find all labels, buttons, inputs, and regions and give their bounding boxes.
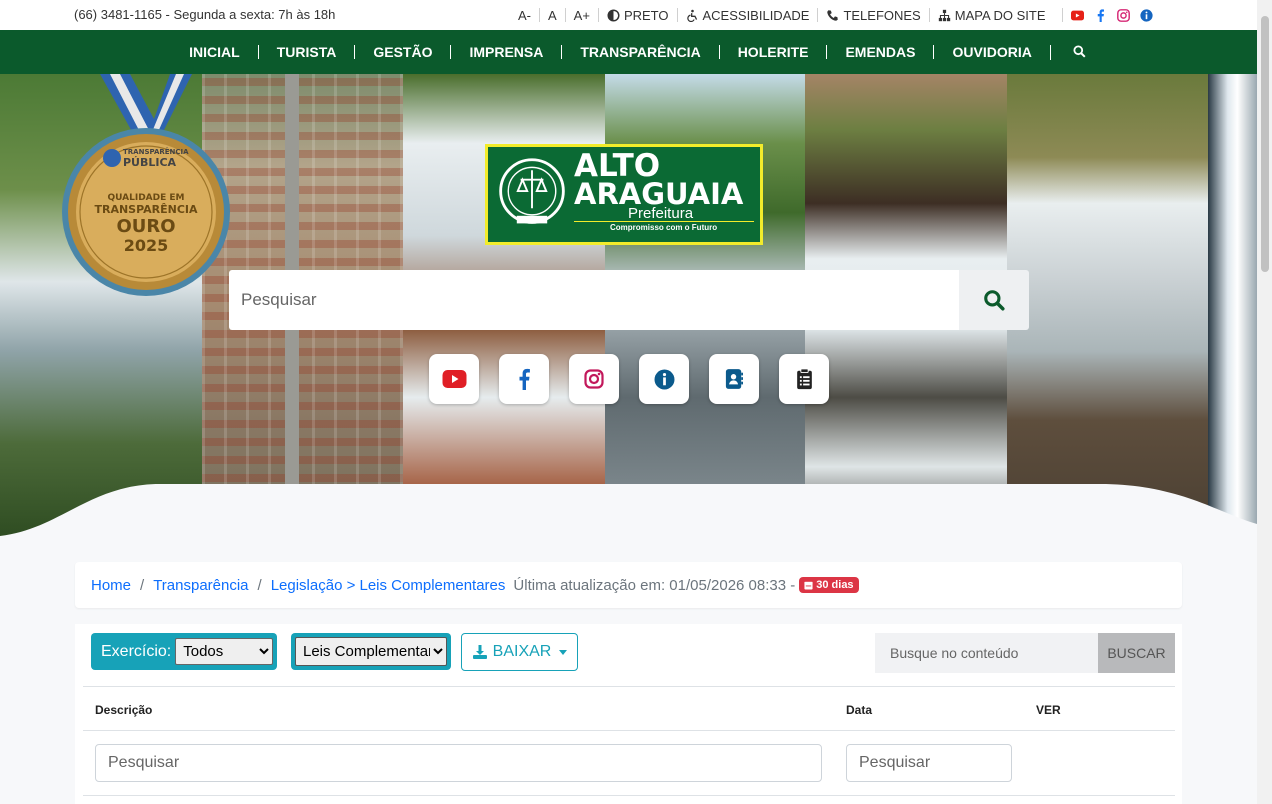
breadcrumb: Home / Transparência / Legislação > Leis… [75,562,1182,608]
download-label: BAIXAR [492,643,552,660]
contrast-icon [607,8,620,22]
instagram-icon [584,369,604,389]
quick-facebook-button[interactable] [499,354,549,404]
nav-item-holerite[interactable]: HOLERITE [718,45,827,59]
nav-item-turista[interactable]: TURISTA [257,45,355,59]
download-dropdown-button[interactable]: BAIXAR [461,633,578,671]
medal-line6: 2025 [124,236,169,255]
nav-item-imprensa[interactable]: IMPRENSA [450,45,561,59]
medal-line3: QUALIDADE EM [107,193,184,203]
tipo-filter: Leis Complementares [291,633,451,670]
breadcrumb-separator: / [257,576,262,594]
hero-search-input[interactable] [229,270,959,330]
breadcrumb-home[interactable]: Home [91,577,131,594]
phones-button[interactable]: TELEFONES [817,7,928,23]
search-icon [984,290,1005,311]
accessibility-tools: A- A A+ PRETO ACESSIBILIDADE TELEFONES M… [510,0,1162,30]
download-icon [472,645,487,659]
quick-info-button[interactable] [639,354,689,404]
quick-access-icons [429,354,829,404]
facebook-icon[interactable] [1094,8,1108,22]
wheelchair-icon [686,9,697,22]
medal-line1: TRANSPARÊNCIA [123,147,189,156]
phone-icon [827,9,839,21]
date-filter-input[interactable] [846,744,1012,782]
exercicio-select[interactable]: Todos [175,638,274,665]
contact-phone: (66) 3481-1165 - Segunda a sexta: 7h às … [74,7,336,22]
transparency-seal-medal: TRANSPARÊNCIA PÚBLICA QUALIDADE EM TRANS… [62,74,230,296]
content-search-input[interactable] [875,633,1098,673]
column-header-ver: VER [1036,703,1061,717]
font-increase-button[interactable]: A+ [564,8,598,23]
nav-item-transparencia[interactable]: TRANSPARÊNCIA [561,45,718,59]
nav-item-inicial[interactable]: INICIAL [171,45,258,59]
instagram-icon[interactable] [1117,8,1131,22]
table-header: Descrição Data VER [83,686,1175,731]
main-navigation: INICIAL TURISTA GESTÃO IMPRENSA TRANSPAR… [0,30,1257,74]
clipboard-icon [796,368,812,390]
hero-photo-rapids [1007,74,1208,536]
exercicio-filter: Exercício: Todos [91,633,278,670]
hero-banner: TRANSPARÊNCIA PÚBLICA QUALIDADE EM TRANS… [0,74,1257,536]
hero-photo-waterfall-3 [1208,74,1257,536]
quick-contacts-button[interactable] [709,354,759,404]
breadcrumb-transparencia[interactable]: Transparência [153,577,248,594]
breadcrumb-current[interactable]: Legislação > Leis Complementares [271,577,506,594]
contacts-icon [725,369,743,389]
nav-search-button[interactable] [1049,44,1086,60]
logo-divider [574,221,754,222]
utility-bar: (66) 3481-1165 - Segunda a sexta: 7h às … [0,0,1257,30]
medal-line2: PÚBLICA [123,156,177,169]
search-icon [1073,44,1086,57]
logo-slogan: Compromisso com o Futuro [610,223,718,232]
font-normal-button[interactable]: A [539,8,565,23]
prefeitura-logo[interactable]: ALTO ARAGUAIA Prefeitura Compromisso com… [485,144,763,245]
font-decrease-button[interactable]: A- [510,8,539,23]
description-filter-input[interactable] [95,744,822,782]
exercicio-label: Exercício: [101,642,172,660]
logo-subtitle: Prefeitura [628,205,694,222]
scrollbar-thumb[interactable] [1261,16,1269,272]
facebook-icon [519,368,530,390]
contrast-button[interactable]: PRETO [597,7,677,23]
hero-search-button[interactable] [959,270,1029,330]
medal-line4: TRANSPARÊNCIA [94,203,198,216]
nav-item-emendas[interactable]: EMENDAS [826,45,933,59]
chevron-down-icon [559,649,568,655]
last-updated-text: Última atualização em: 01/05/2026 08:33 … [513,576,796,594]
hero-wave-divider [0,484,1257,536]
sitemap-label: MAPA DO SITE [954,7,1046,23]
info-icon [654,369,674,389]
breadcrumb-separator: / [140,576,145,594]
calendar-icon [804,581,813,590]
tipo-select[interactable]: Leis Complementares [295,637,447,666]
municipal-crest-icon [499,158,565,224]
contrast-label: PRETO [623,7,669,23]
content-search: BUSCAR [875,633,1175,673]
content-search-button[interactable]: BUSCAR [1098,633,1175,673]
phones-label: TELEFONES [843,7,921,23]
page-scrollbar[interactable] [1257,0,1272,804]
document-list-card: Exercício: Todos Leis Complementares BAI… [75,624,1182,804]
sitemap-button[interactable]: MAPA DO SITE [928,7,1054,23]
accessibility-label: ACESSIBILIDADE [702,7,810,23]
column-header-descricao[interactable]: Descrição [95,703,152,717]
info-icon[interactable] [1140,8,1154,22]
nav-item-ouvidoria[interactable]: OUVIDORIA [933,45,1049,59]
update-age-badge: 30 dias [799,577,859,593]
nav-item-gestao[interactable]: GESTÃO [354,45,450,59]
update-age-text: 30 dias [816,579,854,591]
youtube-icon[interactable] [1071,8,1085,22]
social-links [1061,8,1162,22]
quick-youtube-button[interactable] [429,354,479,404]
accessibility-button[interactable]: ACESSIBILIDADE [676,7,818,23]
column-header-data[interactable]: Data [846,703,872,717]
quick-instagram-button[interactable] [569,354,619,404]
table-filter-row [83,731,1175,796]
youtube-icon [442,370,466,388]
sitemap-icon [938,9,950,21]
quick-clipboard-button[interactable] [779,354,829,404]
medal-line5: OURO [116,216,175,237]
hero-search-bar [229,270,1029,330]
